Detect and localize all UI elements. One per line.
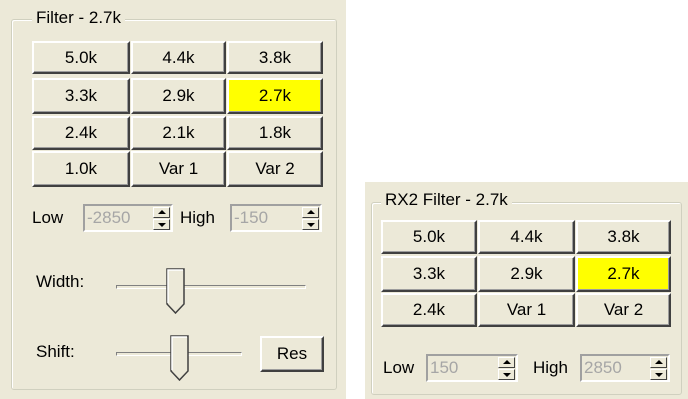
filter-button-1.0k[interactable]: 1.0k	[32, 151, 130, 187]
rx2-button-3.3k[interactable]: 3.3k	[381, 256, 477, 292]
arrow-down-icon	[158, 223, 166, 227]
high-spin-down-button[interactable]	[302, 219, 319, 230]
low-spin-down-button[interactable]	[153, 219, 170, 230]
rx2-low-spinbox[interactable]: 150	[426, 354, 518, 382]
filter-button-2.9k[interactable]: 2.9k	[131, 78, 226, 114]
rx2-button-2.4k[interactable]: 2.4k	[381, 293, 477, 327]
filter-button-2.7k-selected[interactable]: 2.7k	[227, 78, 323, 114]
filter-panel: Filter - 2.7k 5.0k 4.4k 3.8k 3.3k 2.9k 2…	[0, 0, 346, 399]
shift-slider-thumb[interactable]	[170, 335, 190, 381]
rx2-high-label: High	[533, 358, 568, 377]
rx2-button-var1[interactable]: Var 1	[478, 293, 575, 327]
rx2-low-value: 150	[430, 358, 459, 377]
high-label: High	[180, 208, 215, 227]
width-slider-track[interactable]	[116, 285, 306, 289]
rx2-high-spinbox[interactable]: 2850	[580, 354, 670, 382]
rx2-button-4.4k[interactable]: 4.4k	[478, 220, 575, 254]
high-value: -150	[234, 208, 269, 227]
rx2-high-spin-down-button[interactable]	[650, 369, 667, 380]
arrow-down-icon	[655, 373, 663, 377]
high-spinbox[interactable]: -150	[230, 204, 322, 232]
filter-button-var2[interactable]: Var 2	[227, 151, 323, 187]
low-spinbox[interactable]: -2850	[83, 204, 173, 232]
rx2-button-3.8k[interactable]: 3.8k	[576, 220, 671, 254]
width-label: Width:	[36, 272, 85, 291]
filter-button-var1[interactable]: Var 1	[131, 151, 226, 187]
rx2-filter-title: RX2 Filter - 2.7k	[381, 190, 512, 210]
arrow-up-icon	[307, 210, 315, 214]
filter-button-4.4k[interactable]: 4.4k	[131, 41, 226, 74]
shift-label: Shift:	[36, 342, 75, 361]
rx2-low-label: Low	[383, 358, 415, 377]
arrow-up-icon	[655, 360, 663, 364]
rx2-filter-panel: RX2 Filter - 2.7k 5.0k 4.4k 3.8k 3.3k 2.…	[365, 182, 688, 399]
filter-button-3.8k[interactable]: 3.8k	[227, 41, 323, 74]
arrow-up-icon	[158, 210, 166, 214]
rx2-low-spin-down-button[interactable]	[498, 369, 515, 380]
rx2-low-spin-up-button[interactable]	[498, 357, 515, 368]
rx2-button-2.9k[interactable]: 2.9k	[478, 256, 575, 292]
filter-button-5.0k[interactable]: 5.0k	[32, 41, 130, 74]
arrow-down-icon	[307, 223, 315, 227]
filter-button-1.8k[interactable]: 1.8k	[227, 116, 323, 150]
width-slider-thumb[interactable]	[166, 268, 186, 314]
filter-button-3.3k[interactable]: 3.3k	[32, 78, 130, 114]
rx2-button-5.0k[interactable]: 5.0k	[381, 220, 477, 254]
res-button[interactable]: Res	[260, 336, 324, 372]
arrow-up-icon	[503, 360, 511, 364]
high-spin-up-button[interactable]	[302, 207, 319, 218]
low-value: -2850	[87, 208, 131, 227]
filter-title: Filter - 2.7k	[32, 8, 126, 28]
filter-button-2.1k[interactable]: 2.1k	[131, 116, 226, 150]
arrow-down-icon	[503, 373, 511, 377]
low-spin-up-button[interactable]	[153, 207, 170, 218]
rx2-high-value: 2850	[584, 358, 622, 377]
rx2-button-var2[interactable]: Var 2	[576, 293, 671, 327]
low-label: Low	[32, 208, 64, 227]
rx2-button-2.7k-selected[interactable]: 2.7k	[576, 256, 671, 292]
rx2-high-spin-up-button[interactable]	[650, 357, 667, 368]
filter-button-2.4k[interactable]: 2.4k	[32, 116, 130, 150]
